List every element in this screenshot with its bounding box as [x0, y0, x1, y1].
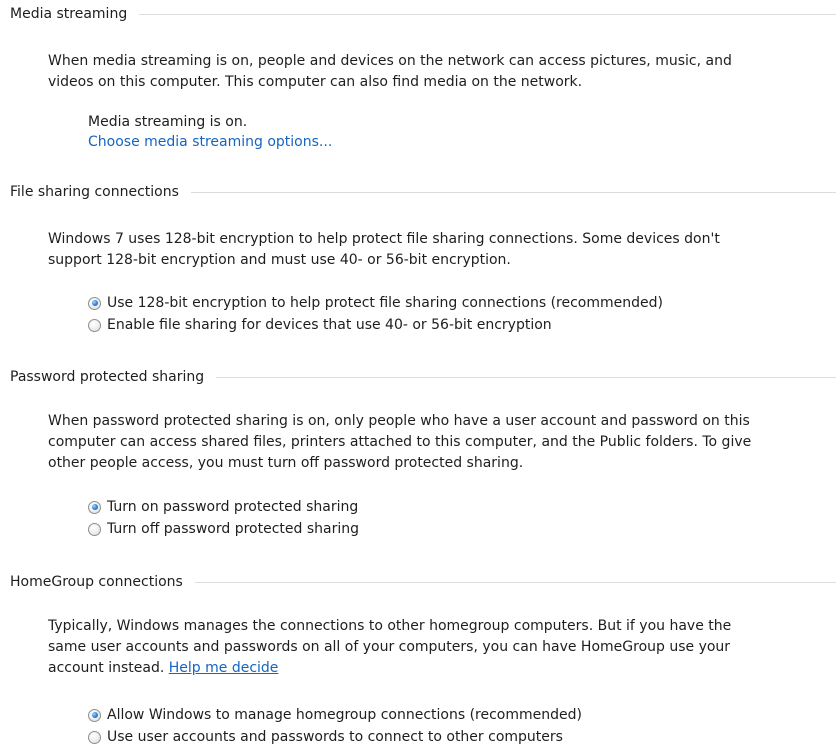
section-divider: [194, 582, 836, 583]
description-line: other people access, you must turn off p…: [48, 455, 524, 471]
description-line: account instead. Help me decide: [48, 658, 836, 679]
radio-label: Enable file sharing for devices that use…: [107, 317, 552, 333]
description-line: support 128-bit encryption and must use …: [48, 252, 511, 268]
radio-button[interactable]: [88, 522, 101, 536]
description-line: same user accounts and passwords on all …: [48, 639, 731, 655]
section-description: When media streaming is on, people and d…: [48, 51, 836, 93]
section-divider: [190, 192, 836, 193]
description-line: When media streaming is on, people and d…: [48, 53, 732, 69]
advanced-sharing-settings: Media streaming When media streaming is …: [0, 0, 836, 747]
section-title: File sharing connections: [10, 184, 179, 200]
choose-media-streaming-options-link[interactable]: Choose media streaming options...: [88, 132, 332, 153]
radio-option-128-bit[interactable]: Use 128-bit encryption to help protect f…: [88, 293, 663, 313]
description-text: account instead.: [48, 660, 165, 676]
section-divider: [216, 377, 836, 378]
radio-label: Turn on password protected sharing: [107, 499, 359, 515]
radio-option-turn-off-password-sharing[interactable]: Turn off password protected sharing: [88, 519, 359, 539]
radio-option-40-56-bit[interactable]: Enable file sharing for devices that use…: [88, 315, 552, 335]
radio-button-selected[interactable]: [88, 296, 101, 310]
section-divider: [139, 14, 836, 15]
radio-option-turn-on-password-sharing[interactable]: Turn on password protected sharing: [88, 497, 358, 517]
section-header: File sharing connections: [10, 182, 836, 202]
description-line: Typically, Windows manages the connectio…: [48, 618, 732, 634]
radio-button-selected[interactable]: [88, 708, 101, 722]
description-line: computer can access shared files, printe…: [48, 434, 752, 450]
section-header: Media streaming: [10, 4, 836, 24]
radio-label: Use 128-bit encryption to help protect f…: [107, 295, 663, 311]
section-title: Password protected sharing: [10, 369, 205, 385]
radio-label: Turn off password protected sharing: [107, 521, 359, 537]
radio-button[interactable]: [88, 318, 101, 332]
description-line: Windows 7 uses 128-bit encryption to hel…: [48, 231, 720, 247]
description-line: When password protected sharing is on, o…: [48, 413, 750, 429]
section-description: Windows 7 uses 128-bit encryption to hel…: [48, 229, 836, 271]
section-description: Typically, Windows manages the connectio…: [48, 616, 836, 679]
radio-option-allow-windows-manage[interactable]: Allow Windows to manage homegroup connec…: [88, 705, 582, 725]
radio-button-selected[interactable]: [88, 500, 101, 514]
section-title: HomeGroup connections: [10, 574, 183, 590]
media-streaming-status: Media streaming is on.: [88, 114, 248, 130]
section-header: HomeGroup connections: [10, 572, 836, 592]
help-me-decide-link[interactable]: Help me decide: [169, 660, 279, 676]
section-header: Password protected sharing: [10, 367, 836, 387]
section-description: When password protected sharing is on, o…: [48, 411, 836, 474]
radio-option-use-user-accounts[interactable]: Use user accounts and passwords to conne…: [88, 727, 563, 747]
radio-button[interactable]: [88, 730, 101, 744]
section-title: Media streaming: [10, 6, 128, 22]
description-line: videos on this computer. This computer c…: [48, 74, 583, 90]
radio-label: Allow Windows to manage homegroup connec…: [107, 707, 582, 723]
radio-label: Use user accounts and passwords to conne…: [107, 729, 563, 745]
